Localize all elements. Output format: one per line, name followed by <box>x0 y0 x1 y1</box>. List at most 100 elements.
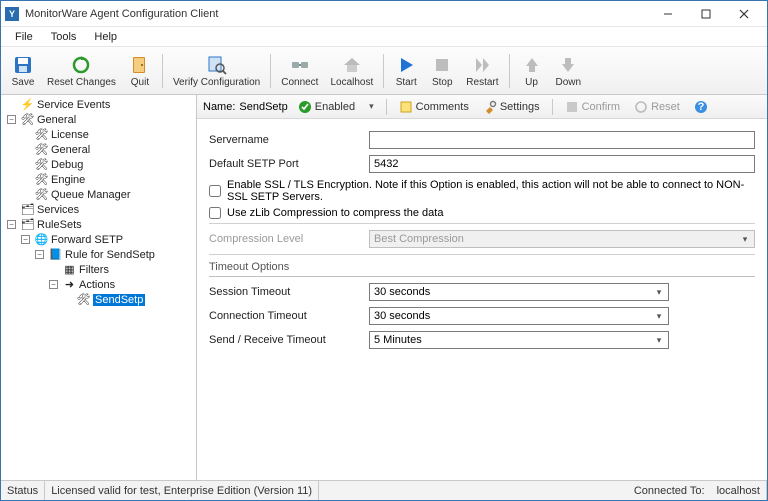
toolbar-separator <box>509 54 510 88</box>
tree-rulesets[interactable]: −🗂RuleSets <box>5 217 194 232</box>
reset-changes-button[interactable]: Reset Changes <box>41 52 122 90</box>
tree-services[interactable]: 🗂Services <box>5 202 194 217</box>
divider-line <box>209 223 755 224</box>
form-area: Servername Default SETP Port Enable SSL … <box>197 119 767 480</box>
toolbar-separator <box>552 99 553 115</box>
tree-general[interactable]: −🛠General <box>5 112 194 127</box>
up-arrow-icon <box>521 54 543 76</box>
localhost-button[interactable]: Localhost <box>324 52 379 90</box>
stop-icon <box>431 54 453 76</box>
settings-button[interactable]: Settings <box>479 99 544 115</box>
servername-label: Servername <box>209 134 369 146</box>
toolbar-separator <box>162 54 163 88</box>
restart-button[interactable]: Restart <box>460 52 504 90</box>
tree-forward-setp[interactable]: −🌐Forward SETP <box>19 232 194 247</box>
tree-license[interactable]: 🛠License <box>19 127 194 142</box>
reset-icon <box>70 54 92 76</box>
connect-icon <box>289 54 311 76</box>
divider-line <box>209 254 755 255</box>
wrench-icon <box>483 100 497 114</box>
sendrecv-timeout-combo[interactable]: 5 Minutes ▾ <box>369 331 669 349</box>
play-icon <box>395 54 417 76</box>
enable-ssl-checkbox[interactable] <box>209 185 221 197</box>
session-timeout-combo[interactable]: 30 seconds ▾ <box>369 283 669 301</box>
gear-icon: 🛠 <box>35 143 48 156</box>
window-title: MonitorWare Agent Configuration Client <box>25 8 649 20</box>
enabled-dropdown-caret[interactable]: ▾ <box>365 101 378 112</box>
status-bar: Status Licensed valid for test, Enterpri… <box>1 480 767 500</box>
folder-icon: 🗂 <box>21 203 34 216</box>
connection-timeout-label: Connection Timeout <box>209 310 369 322</box>
reset-button[interactable]: Reset <box>630 99 684 115</box>
menu-bar: File Tools Help <box>1 27 767 47</box>
help-icon: ? <box>694 100 708 114</box>
main-area: ⚡Service Events −🛠General 🛠License 🛠Gene… <box>1 95 767 480</box>
down-button[interactable]: Down <box>550 52 588 90</box>
status-spacer <box>319 481 628 500</box>
content-pane: Name: SendSetp Enabled ▾ Comments Settin… <box>197 95 767 480</box>
gear-icon: 🛠 <box>35 188 48 201</box>
rule-icon: 📘 <box>49 248 62 261</box>
status-connected-label: Connected To: <box>628 481 711 500</box>
gear-icon: 🛠 <box>21 113 34 126</box>
use-zlib-label: Use zLib Compression to compress the dat… <box>227 207 443 219</box>
menu-help[interactable]: Help <box>86 29 125 45</box>
name-value[interactable]: SendSetp <box>239 101 287 113</box>
action-icon: ➜ <box>63 278 76 291</box>
home-icon <box>341 54 363 76</box>
gear-icon: 🛠 <box>35 158 48 171</box>
tree-debug[interactable]: 🛠Debug <box>19 157 194 172</box>
tree-service-events[interactable]: ⚡Service Events <box>5 97 194 112</box>
quit-button[interactable]: Quit <box>122 52 158 90</box>
default-port-input[interactable] <box>369 155 755 173</box>
connect-button[interactable]: Connect <box>275 52 324 90</box>
start-button[interactable]: Start <box>388 52 424 90</box>
tree-actions[interactable]: −➜Actions <box>47 277 194 292</box>
use-zlib-checkbox[interactable] <box>209 207 221 219</box>
quit-icon <box>129 54 151 76</box>
session-timeout-label: Session Timeout <box>209 286 369 298</box>
tree-filters[interactable]: ▦Filters <box>47 262 194 277</box>
content-toolbar: Name: SendSetp Enabled ▾ Comments Settin… <box>197 95 767 119</box>
tree-engine[interactable]: 🛠Engine <box>19 172 194 187</box>
disk-icon <box>12 54 34 76</box>
menu-tools[interactable]: Tools <box>43 29 85 45</box>
tree-sendsetp[interactable]: 🛠SendSetp <box>61 292 194 307</box>
gear-icon: 🛠 <box>77 293 90 306</box>
default-port-label: Default SETP Port <box>209 158 369 170</box>
minimize-button[interactable] <box>649 4 687 24</box>
save-button[interactable]: Save <box>5 52 41 90</box>
restart-icon <box>471 54 493 76</box>
toolbar-separator <box>386 99 387 115</box>
svg-text:?: ? <box>697 101 704 113</box>
chevron-down-icon: ▾ <box>652 287 666 298</box>
stop-button[interactable]: Stop <box>424 52 460 90</box>
close-button[interactable] <box>725 4 763 24</box>
up-button[interactable]: Up <box>514 52 550 90</box>
gear-icon: 🛠 <box>35 173 48 186</box>
enable-ssl-label: Enable SSL / TLS Encryption. Note if thi… <box>227 179 755 203</box>
main-toolbar: Save Reset Changes Quit Verify Configura… <box>1 47 767 95</box>
confirm-button[interactable]: Confirm <box>561 99 625 115</box>
search-icon <box>206 54 228 76</box>
disk-icon <box>565 100 579 114</box>
tree-queue-manager[interactable]: 🛠Queue Manager <box>19 187 194 202</box>
name-label: Name: <box>203 101 235 113</box>
compression-level-label: Compression Level <box>209 233 369 245</box>
verify-config-button[interactable]: Verify Configuration <box>167 52 266 90</box>
servername-input[interactable] <box>369 131 755 149</box>
check-circle-icon <box>298 100 312 114</box>
maximize-button[interactable] <box>687 4 725 24</box>
enabled-toggle[interactable]: Enabled <box>294 99 359 115</box>
undo-icon <box>634 100 648 114</box>
nav-tree[interactable]: ⚡Service Events −🛠General 🛠License 🛠Gene… <box>1 95 197 480</box>
name-field: Name: SendSetp <box>203 101 288 113</box>
comments-button[interactable]: Comments <box>395 99 473 115</box>
tree-general-sub[interactable]: 🛠General <box>19 142 194 157</box>
timeout-options-heading: Timeout Options <box>209 261 755 277</box>
down-arrow-icon <box>557 54 579 76</box>
connection-timeout-combo[interactable]: 30 seconds ▾ <box>369 307 669 325</box>
menu-file[interactable]: File <box>7 29 41 45</box>
tree-rule-for-sendsetp[interactable]: −📘Rule for SendSetp <box>33 247 194 262</box>
help-button[interactable]: ? <box>690 99 712 115</box>
